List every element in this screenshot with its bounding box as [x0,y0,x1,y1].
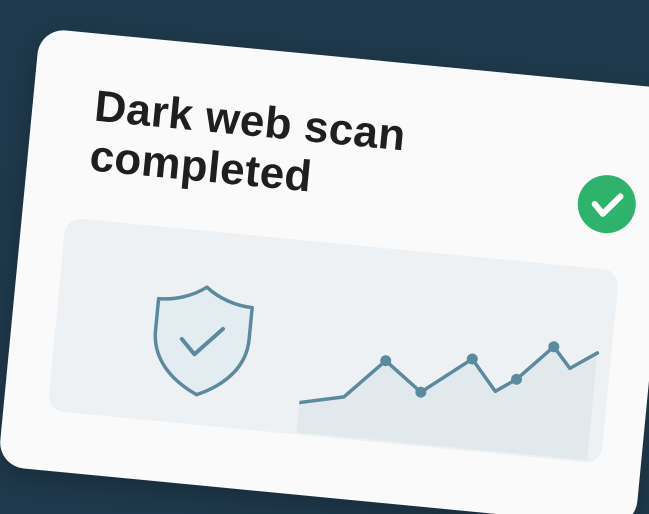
illustration-panel [47,217,620,464]
shield-icon [153,285,254,397]
scan-status-card: Dark web scan completed [0,28,649,514]
stage: Dark web scan completed [0,0,649,514]
check-icon [575,172,639,236]
checkmark-glyph [591,193,624,217]
trend-chart-illustration [296,341,600,461]
card-title: Dark web scan completed [88,82,408,211]
